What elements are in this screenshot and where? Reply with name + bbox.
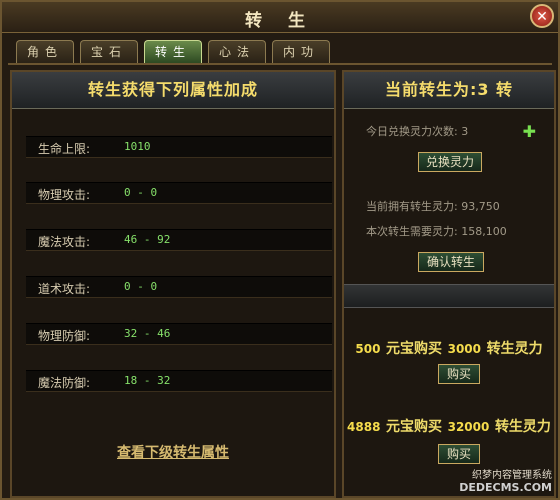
stat-label: 生命上限: [38,142,91,156]
reincarnation-status-panel: 当前转生为:3 转 今日兑换灵力次数: 3 ✚ 兑换灵力 当前拥有转生灵力: 9… [342,70,556,498]
offer-mid-text: 元宝购买 [386,419,443,435]
stat-row-physical-defense: 物理防御: 32 - 46 [26,323,332,345]
tab-gems[interactable]: 宝石 [80,40,138,63]
stat-value: 46 - 92 [124,233,171,246]
stat-label: 物理防御: [38,329,91,343]
confirm-reincarnation-button[interactable]: 确认转生 [418,252,484,272]
stat-value: 18 - 32 [124,374,171,387]
exchange-count-line: 今日兑换灵力次数: 3 [366,123,468,139]
offer-line-4888: 4888 元宝购买 32000 转生灵力 [344,416,554,436]
section-divider [344,284,554,308]
needed-spirit-line: 本次转生需要灵力: 158,100 [366,223,507,239]
stat-row-magic-attack: 魔法攻击: 46 - 92 [26,229,332,251]
needed-spirit-value: 158,100 [461,225,507,238]
stat-value: 0 - 0 [124,186,158,199]
stat-label: 道术攻击: [38,282,91,296]
offer-tail-text: 转生灵力 [486,341,543,357]
offer-spirit-amount: 32000 [447,420,490,434]
stat-value: 32 - 46 [124,327,171,340]
tab-bar: 角色 宝石 转生 心法 内功 [16,40,330,64]
offer-mid-text: 元宝购买 [386,341,443,357]
offer-spirit-amount: 3000 [447,342,482,356]
offer-tail-text: 转生灵力 [494,419,551,435]
exchange-count-value: 3 [461,125,469,138]
needed-spirit-label: 本次转生需要灵力: [366,225,458,238]
stat-value: 1010 [124,140,151,153]
title-bar[interactable]: 转 生 ✕ [2,2,558,33]
tab-mind-method[interactable]: 心法 [208,40,266,63]
owned-spirit-line: 当前拥有转生灵力: 93,750 [366,198,500,214]
stat-row-magic-defense: 魔法防御: 18 - 32 [26,370,332,392]
stat-label: 魔法攻击: [38,235,91,249]
offer-ingot-amount: 500 [355,342,381,356]
corner-watermark-line2: DEDECMS.COM [459,481,552,494]
attribute-bonus-panel: 转生获得下列属性加成 生命上限: 1010 物理攻击: 0 - 0 魔法攻击: … [10,70,336,498]
next-level-attributes-link[interactable]: 查看下级转生属性 [12,442,334,462]
close-icon[interactable]: ✕ [530,4,554,28]
tab-divider [8,63,552,65]
tab-character[interactable]: 角色 [16,40,74,63]
buy-button-500[interactable]: 购买 [438,364,480,384]
stat-row-max-hp: 生命上限: 1010 [26,136,332,158]
corner-watermark: 织梦内容管理系统 DEDECMS.COM [459,470,552,494]
stat-row-physical-attack: 物理攻击: 0 - 0 [26,182,332,204]
owned-spirit-value: 93,750 [461,200,500,213]
tab-reincarnation[interactable]: 转生 [144,40,202,63]
window-title: 转 生 [245,11,315,31]
buy-button-4888[interactable]: 购买 [438,444,480,464]
stat-label: 魔法防御: [38,376,91,390]
exchange-count-label: 今日兑换灵力次数: [366,125,458,138]
owned-spirit-label: 当前拥有转生灵力: [366,200,458,213]
offer-ingot-amount: 4888 [347,420,381,434]
stat-row-taoist-attack: 道术攻击: 0 - 0 [26,276,332,298]
current-reincarnation-header: 当前转生为:3 转 [344,72,554,109]
attribute-bonus-header: 转生获得下列属性加成 [12,72,334,109]
tab-inner-power[interactable]: 内功 [272,40,330,63]
offer-line-500: 500 元宝购买 3000 转生灵力 [344,338,554,358]
add-exchange-plus-icon[interactable]: ✚ [523,122,536,141]
stat-label: 物理攻击: [38,188,91,202]
stat-value: 0 - 0 [124,280,158,293]
reincarnation-window: 转 生 ✕ 角色 宝石 转生 心法 内功 0377 转生获得下列属性加成 生命上… [0,0,560,500]
exchange-spirit-button[interactable]: 兑换灵力 [418,152,482,172]
